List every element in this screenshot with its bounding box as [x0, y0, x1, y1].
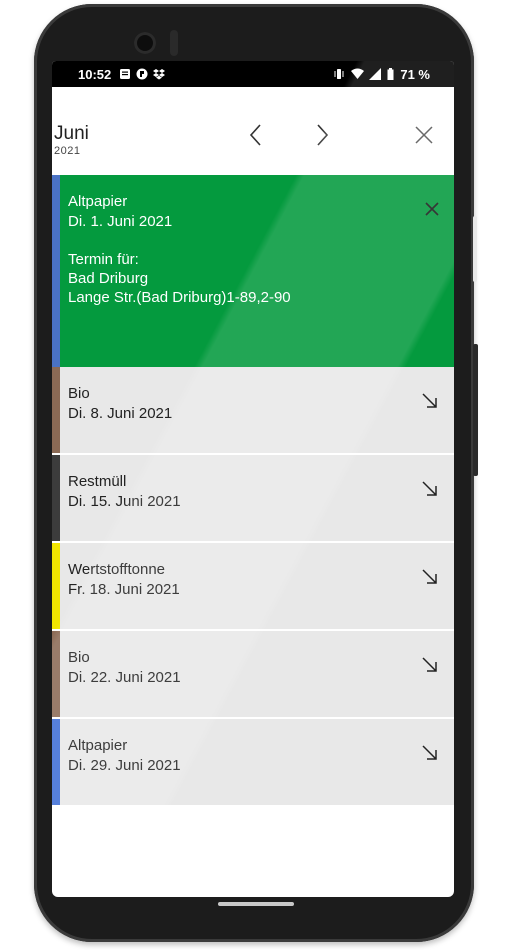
status-time: 10:52	[78, 66, 112, 82]
detail-city: Bad Driburg	[68, 270, 149, 287]
expand-arrow-icon[interactable]	[420, 743, 440, 763]
detail-street: Lange Str.(Bad Driburg)1-89,2-90	[68, 289, 291, 306]
waste-type-stripe	[52, 455, 60, 541]
battery-icon	[387, 68, 394, 80]
home-indicator[interactable]	[218, 902, 294, 906]
calendar-header: Juni 2021	[52, 87, 454, 175]
collapse-item-button[interactable]	[422, 199, 442, 219]
waste-type-stripe	[52, 631, 60, 717]
waste-type-stripe	[52, 719, 60, 805]
collection-date: Fr. 18. Juni 2021	[68, 581, 180, 598]
signal-icon	[369, 68, 382, 80]
waste-type-title: Restmüll	[68, 473, 127, 490]
month-label: Juni	[54, 123, 89, 144]
power-button	[473, 344, 478, 476]
status-bar: 10:52 71 %	[52, 61, 454, 87]
waste-type-stripe	[52, 367, 60, 453]
app-icon	[136, 68, 148, 80]
list-item[interactable]: Bio Di. 8. Juni 2021	[52, 367, 454, 455]
list-item[interactable]: Restmüll Di. 15. Juni 2021	[52, 455, 454, 543]
notification-icon	[119, 68, 131, 80]
front-camera	[134, 32, 156, 54]
list-item[interactable]: Altpapier Di. 29. Juni 2021	[52, 719, 454, 805]
collection-date: Di. 22. Juni 2021	[68, 669, 181, 686]
dropbox-icon	[153, 68, 166, 80]
list-item[interactable]: Bio Di. 22. Juni 2021	[52, 631, 454, 719]
screen: 10:52 71 % Juni 2021 Altpapier Di. 1. Ju…	[52, 61, 454, 897]
volume-button	[473, 216, 477, 282]
collection-date: Di. 15. Juni 2021	[68, 493, 181, 510]
expand-arrow-icon[interactable]	[420, 479, 440, 499]
battery-percent: 71 %	[400, 66, 430, 82]
detail-label: Termin für:	[68, 251, 139, 268]
expand-arrow-icon[interactable]	[420, 655, 440, 675]
earpiece	[170, 30, 178, 56]
collection-dates-list: Altpapier Di. 1. Juni 2021 Termin für: B…	[52, 175, 454, 805]
close-icon	[425, 202, 439, 216]
waste-type-title: Wertstofftonne	[68, 561, 166, 578]
waste-type-stripe	[52, 543, 60, 629]
waste-type-title: Altpapier	[68, 193, 128, 210]
wifi-icon	[351, 68, 365, 80]
expand-arrow-icon[interactable]	[420, 391, 440, 411]
close-button[interactable]	[410, 121, 438, 149]
waste-type-stripe	[52, 175, 60, 367]
waste-type-title: Altpapier	[68, 737, 128, 754]
year-label: 2021	[54, 145, 81, 157]
waste-type-title: Bio	[68, 385, 90, 402]
chevron-left-icon	[249, 124, 261, 146]
waste-type-title: Bio	[68, 649, 90, 666]
collection-date: Di. 1. Juni 2021	[68, 213, 173, 230]
collection-date: Di. 29. Juni 2021	[68, 757, 181, 774]
close-icon	[415, 126, 433, 144]
expand-arrow-icon[interactable]	[420, 567, 440, 587]
chevron-right-icon	[317, 124, 329, 146]
next-month-button[interactable]	[308, 121, 336, 149]
vibrate-icon	[333, 68, 345, 80]
list-item-expanded[interactable]: Altpapier Di. 1. Juni 2021 Termin für: B…	[52, 175, 454, 367]
collection-date: Di. 8. Juni 2021	[68, 405, 173, 422]
list-item[interactable]: Wertstofftonne Fr. 18. Juni 2021	[52, 543, 454, 631]
previous-month-button[interactable]	[242, 121, 270, 149]
